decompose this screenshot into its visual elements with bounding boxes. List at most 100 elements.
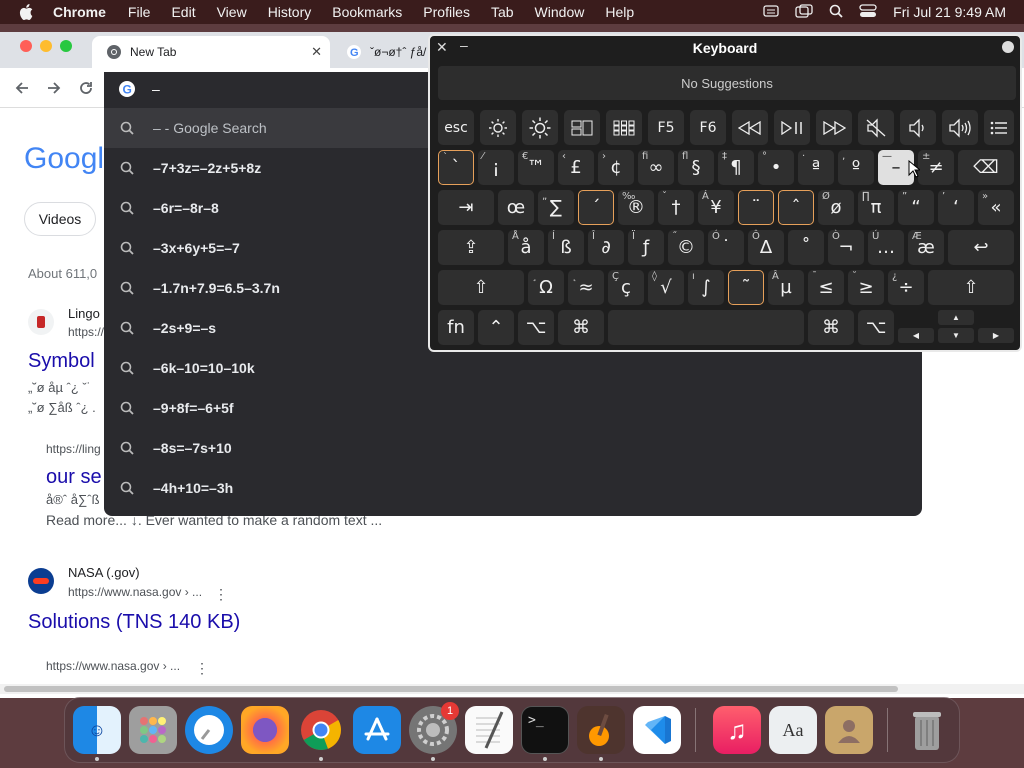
- menu-profiles[interactable]: Profiles: [423, 4, 470, 20]
- key-w[interactable]: „ ∑: [538, 190, 574, 225]
- key-z[interactable]: ¸ Ω: [528, 270, 564, 305]
- key-r[interactable]: ‰ ®: [618, 190, 654, 225]
- result-title-link[interactable]: our se: [46, 466, 102, 489]
- key-b[interactable]: ı ∫: [688, 270, 724, 305]
- app-store-icon[interactable]: [353, 706, 401, 754]
- fast-forward-icon[interactable]: [816, 110, 852, 145]
- contacts-icon[interactable]: [825, 706, 873, 754]
- key-e[interactable]: ´: [578, 190, 614, 225]
- vscode-icon[interactable]: [633, 706, 681, 754]
- key-f[interactable]: Ïƒ: [628, 230, 664, 265]
- menu-clock[interactable]: Fri Jul 21 9:49 AM: [893, 4, 1006, 20]
- menu-file[interactable]: File: [128, 4, 151, 20]
- reload-button[interactable]: [74, 76, 98, 100]
- list-icon[interactable]: [984, 110, 1014, 145]
- google-logo[interactable]: Googl: [24, 142, 104, 176]
- result-url[interactable]: https://: [68, 325, 104, 339]
- key-y[interactable]: Á ¥: [698, 190, 734, 225]
- key-equals[interactable]: ± ≠: [918, 150, 954, 185]
- forward-button[interactable]: [42, 76, 66, 100]
- key-v[interactable]: ◊ √: [648, 270, 684, 305]
- result-url[interactable]: https://www.nasa.gov › ...: [68, 585, 202, 599]
- menu-window[interactable]: Window: [535, 4, 585, 20]
- key-delete[interactable]: ⌫: [958, 150, 1014, 185]
- textedit-icon[interactable]: [465, 706, 513, 754]
- key-d[interactable]: Î ∂: [588, 230, 624, 265]
- menu-bookmarks[interactable]: Bookmarks: [332, 4, 402, 20]
- chrome-icon[interactable]: [297, 706, 345, 754]
- key-period[interactable]: ˘ ≥: [848, 270, 884, 305]
- result-title-link[interactable]: Symbol: [28, 350, 95, 373]
- launchpad-icon[interactable]: [606, 110, 642, 145]
- key-right-shift[interactable]: ⇧: [928, 270, 1014, 305]
- omnibox[interactable]: G –: [104, 72, 430, 106]
- key-m[interactable]: Âµ: [768, 270, 804, 305]
- mute-icon[interactable]: [858, 110, 894, 145]
- result-url[interactable]: https://ling: [46, 442, 101, 456]
- key-tab[interactable]: ⇥: [438, 190, 494, 225]
- music-icon[interactable]: ♫: [713, 706, 761, 754]
- result-url[interactable]: https://www.nasa.gov › ...: [46, 659, 180, 673]
- key-6[interactable]: ﬂ §: [678, 150, 714, 185]
- key-left-option[interactable]: ⌥: [518, 310, 554, 345]
- safari-icon[interactable]: [185, 706, 233, 754]
- key-9[interactable]: · ª: [798, 150, 834, 185]
- key-caps-lock[interactable]: ⇪: [438, 230, 504, 265]
- window-overview-icon[interactable]: [795, 3, 813, 21]
- launchpad-icon[interactable]: [129, 706, 177, 754]
- key-control[interactable]: ⌃: [478, 310, 514, 345]
- key-right-bracket[interactable]: ’ ‘: [938, 190, 974, 225]
- volume-down-icon[interactable]: [900, 110, 936, 145]
- key-j[interactable]: Ô ∆: [748, 230, 784, 265]
- tab-new-tab[interactable]: New Tab ✕: [92, 36, 330, 68]
- dictionary-icon[interactable]: Aa: [769, 706, 817, 754]
- close-icon[interactable]: ✕: [436, 39, 448, 56]
- key-semicolon[interactable]: Ú…: [868, 230, 904, 265]
- key-esc[interactable]: esc: [438, 110, 474, 145]
- menu-app-name[interactable]: Chrome: [53, 4, 106, 20]
- brightness-up-icon[interactable]: [522, 110, 558, 145]
- key-2[interactable]: € ™: [518, 150, 554, 185]
- suggestion-item[interactable]: –9+8f=–6+5f: [104, 388, 922, 428]
- terminal-icon[interactable]: >_: [521, 706, 569, 754]
- key-5[interactable]: ﬁ ∞: [638, 150, 674, 185]
- key-p[interactable]: ∏ π: [858, 190, 894, 225]
- key-return[interactable]: ↩: [948, 230, 1014, 265]
- key-3[interactable]: ‹ £: [558, 150, 594, 185]
- suggestion-item[interactable]: –4h+10=–3h: [104, 468, 922, 508]
- more-options-icon[interactable]: ⋮: [214, 586, 228, 603]
- key-0[interactable]: ‚ º: [838, 150, 874, 185]
- key-t[interactable]: ˇ †: [658, 190, 694, 225]
- key-8[interactable]: ° •: [758, 150, 794, 185]
- omnibox-text[interactable]: –: [152, 81, 160, 97]
- arrow-left-key[interactable]: ◀: [898, 328, 934, 343]
- menu-view[interactable]: View: [217, 4, 247, 20]
- key-i[interactable]: ˆ: [778, 190, 814, 225]
- apple-menu-icon[interactable]: [15, 0, 37, 24]
- key-backtick[interactable]: ` `: [438, 150, 474, 185]
- key-comma[interactable]: ¯ ≤: [808, 270, 844, 305]
- key-1[interactable]: ⁄ ¡: [478, 150, 514, 185]
- key-l[interactable]: Ò ¬: [828, 230, 864, 265]
- arrow-up-key[interactable]: ▲: [938, 310, 974, 325]
- more-options-icon[interactable]: ⋮: [195, 660, 209, 677]
- tab-close-icon[interactable]: ✕: [311, 44, 322, 60]
- control-center-icon[interactable]: [859, 3, 877, 21]
- menu-tab[interactable]: Tab: [491, 4, 514, 20]
- mission-control-icon[interactable]: [564, 110, 600, 145]
- key-backslash[interactable]: » «: [978, 190, 1014, 225]
- firefox-icon[interactable]: [241, 706, 289, 754]
- spotlight-search-icon[interactable]: [829, 4, 843, 21]
- arrow-down-key[interactable]: ▼: [938, 328, 974, 343]
- minimize-icon[interactable]: –: [460, 37, 468, 53]
- key-fn[interactable]: fn: [438, 310, 474, 345]
- key-left-shift[interactable]: ⇧: [438, 270, 524, 305]
- key-quote[interactable]: Ææ: [908, 230, 944, 265]
- key-u[interactable]: ¨: [738, 190, 774, 225]
- key-o[interactable]: Øø: [818, 190, 854, 225]
- scrollbar-thumb[interactable]: [4, 686, 898, 692]
- key-x[interactable]: ˛ ≈: [568, 270, 604, 305]
- finder-icon[interactable]: ☺: [73, 706, 121, 754]
- key-left-command[interactable]: ⌘: [558, 310, 604, 345]
- suggestion-item[interactable]: –8s=–7s+10: [104, 428, 922, 468]
